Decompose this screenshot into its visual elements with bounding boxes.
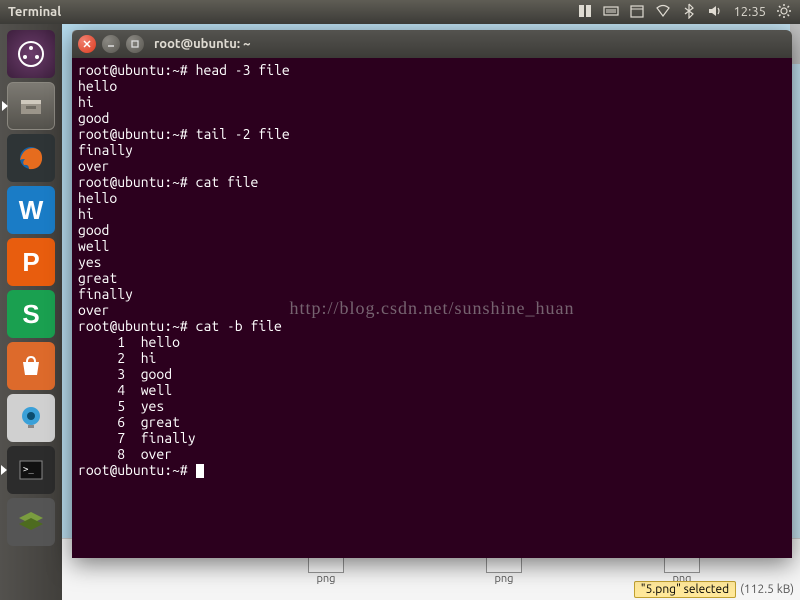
terminal-line: well [78,238,786,254]
terminal-line: 4 well [78,382,786,398]
terminal-line: root@ubuntu:~# cat file [78,174,786,190]
launcher-impress[interactable]: P [7,238,55,286]
terminal-line: finally [78,286,786,302]
gear-icon[interactable] [776,3,792,22]
minimize-button[interactable] [102,35,120,53]
svg-text:>_: >_ [23,465,34,475]
terminal-line: 2 hi [78,350,786,366]
bluetooth-icon[interactable] [681,3,697,22]
file-status: "5.png" selected (112.5 kB) [634,581,794,598]
launcher-dash[interactable] [7,30,55,78]
terminal-line: hello [78,190,786,206]
keyboard-icon[interactable] [603,3,619,22]
maximize-button[interactable] [126,35,144,53]
launcher-writer[interactable]: W [7,186,55,234]
cursor [196,464,204,478]
terminal-line: yes [78,254,786,270]
window-title: root@ubuntu: ~ [154,37,251,51]
terminal-line: good [78,222,786,238]
launcher-store[interactable] [7,342,55,390]
terminal-prompt: root@ubuntu:~# [78,462,786,478]
selection-badge: "5.png" selected [634,581,736,598]
system-tray: 12:35 [577,3,792,22]
terminal-line: 1 hello [78,334,786,350]
terminal-line: 5 yes [78,398,786,414]
app-title: Terminal [8,5,61,19]
selection-size: (112.5 kB) [740,583,794,596]
terminal-line: over [78,302,786,318]
terminal-line: great [78,270,786,286]
terminal-body[interactable]: root@ubuntu:~# head -3 filehellohigoodro… [72,58,792,558]
terminal-line: hi [78,206,786,222]
terminal-line: root@ubuntu:~# tail -2 file [78,126,786,142]
launcher-terminal[interactable]: >_ [7,446,55,494]
terminal-line: good [78,110,786,126]
terminal-line: 7 finally [78,430,786,446]
unity-launcher: W P S >_ [0,24,62,600]
close-button[interactable] [78,35,96,53]
terminal-line: finally [78,142,786,158]
launcher-firefox[interactable] [7,134,55,182]
launcher-files[interactable] [7,82,55,130]
calendar-icon[interactable] [629,3,645,22]
terminal-line: root@ubuntu:~# cat -b file [78,318,786,334]
launcher-workspace[interactable] [7,498,55,546]
launcher-calc[interactable]: S [7,290,55,338]
indicator-icon[interactable] [577,3,593,22]
volume-icon[interactable] [707,3,723,22]
top-menubar: Terminal 12:35 [0,0,800,24]
terminal-window: root@ubuntu: ~ root@ubuntu:~# head -3 fi… [72,30,792,558]
launcher-webcam[interactable] [7,394,55,442]
terminal-line: 8 over [78,446,786,462]
clock[interactable]: 12:35 [733,5,766,19]
terminal-line: 3 good [78,366,786,382]
terminal-line: hi [78,94,786,110]
terminal-line: root@ubuntu:~# head -3 file [78,62,786,78]
terminal-line: 6 great [78,414,786,430]
terminal-line: over [78,158,786,174]
network-icon[interactable] [655,3,671,22]
terminal-line: hello [78,78,786,94]
window-titlebar[interactable]: root@ubuntu: ~ [72,30,792,58]
